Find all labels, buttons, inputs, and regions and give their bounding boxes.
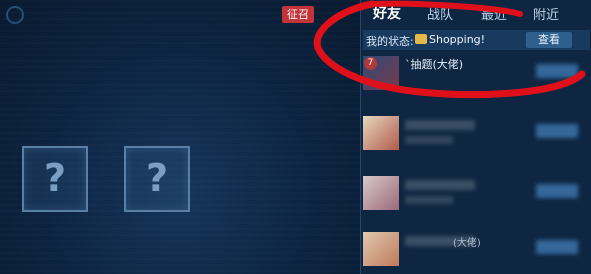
game-background [0,0,360,274]
avatar[interactable] [363,176,399,210]
blurred-name [405,180,475,190]
blurred-action-button[interactable] [536,64,578,78]
friend-row[interactable] [361,172,591,214]
blurred-name [405,120,475,130]
blurred-subtext [405,136,453,144]
shopping-cart-icon [415,34,427,44]
friends-panel: 好友 战队 最近 附近 我的状态: Shopping! 查看 7 `抽题(大佬)… [360,0,591,274]
friend-row[interactable]: (大佬) [361,228,591,270]
question-mark-icon: ? [43,156,67,200]
question-mark-icon: ? [145,156,169,200]
friend-row[interactable]: 7 `抽题(大佬) [361,52,591,94]
tab-bar: 好友 战队 最近 附近 [361,0,591,26]
blurred-action-button[interactable] [536,184,578,198]
summon-button[interactable]: 征召 [282,6,314,23]
tab-recent[interactable]: 最近 [481,4,507,23]
blurred-action-button[interactable] [536,124,578,138]
level-badge: 7 [364,57,377,70]
my-status-bar: 我的状态: Shopping! 查看 [363,30,590,50]
avatar[interactable] [363,232,399,266]
friend-name: (大佬) [453,238,481,249]
settings-icon[interactable] [6,6,24,24]
status-label: 我的状态: [366,35,414,48]
view-button[interactable]: 查看 [526,32,572,48]
tab-team[interactable]: 战队 [427,4,453,23]
status-value: Shopping! [429,33,486,46]
blurred-subtext [405,196,453,204]
hero-slot-2[interactable]: ? [124,146,190,212]
friend-row[interactable] [361,112,591,154]
avatar[interactable] [363,116,399,150]
blurred-action-button[interactable] [536,240,578,254]
tab-friends[interactable]: 好友 [373,3,401,23]
tab-nearby[interactable]: 附近 [533,4,559,23]
friend-name: `抽题(大佬) [405,58,464,71]
hero-slot-1[interactable]: ? [22,146,88,212]
